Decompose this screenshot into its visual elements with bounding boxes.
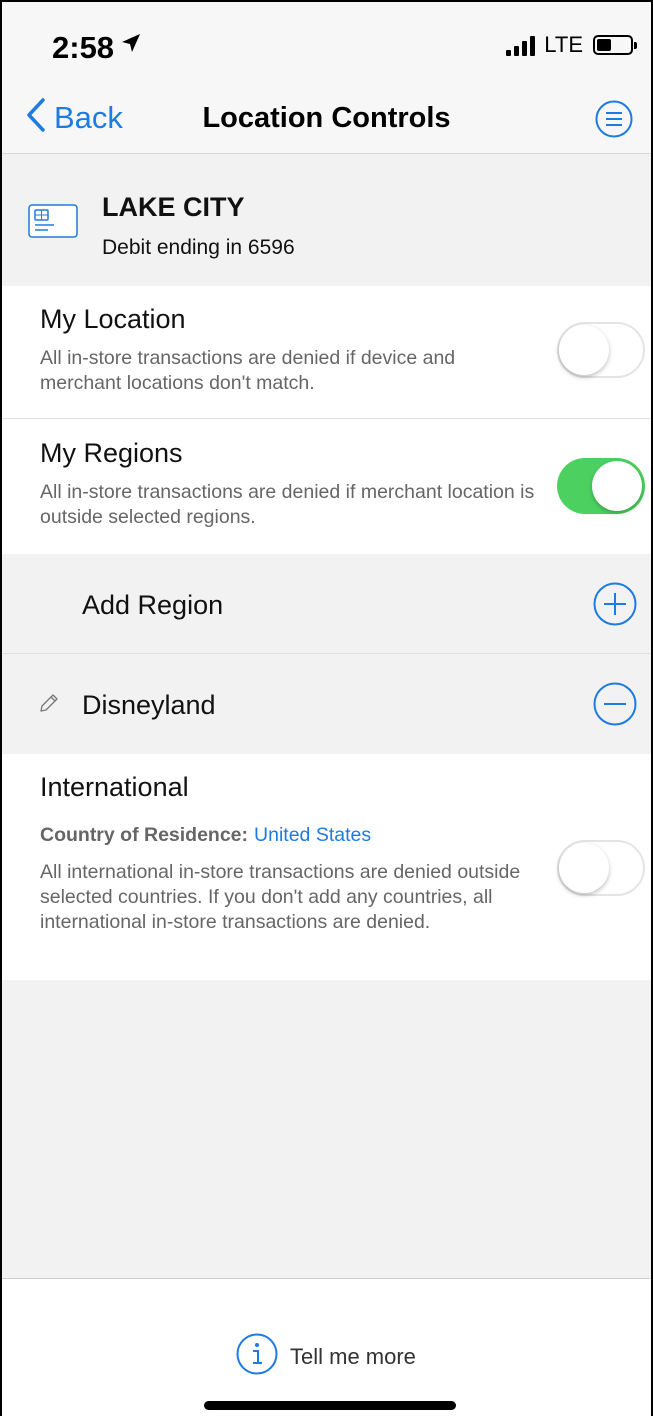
- plus-circle-icon: [593, 582, 637, 626]
- add-region-label: Add Region: [82, 590, 224, 620]
- card-header: LAKE CITY Debit ending in 6596: [2, 154, 651, 286]
- my-location-title: My Location: [40, 304, 186, 334]
- status-indicators: LTE: [506, 32, 637, 58]
- network-label: LTE: [544, 32, 583, 57]
- international-description: All international in-store transactions …: [40, 861, 521, 933]
- my-regions-description: All in-store transactions are denied if …: [40, 481, 535, 528]
- info-icon: [236, 1333, 278, 1380]
- status-time: 2:58: [52, 30, 115, 65]
- signal-icon: [506, 34, 536, 56]
- location-arrow-icon: [120, 32, 142, 59]
- minus-circle-icon: [593, 682, 637, 726]
- my-regions-title: My Regions: [40, 438, 183, 468]
- my-regions-toggle[interactable]: [557, 458, 645, 514]
- country-of-residence-label: Country of Residence:: [40, 824, 249, 846]
- card-subtitle: Debit ending in 6596: [102, 236, 295, 259]
- location-settings: My Location All in-store transactions ar…: [2, 286, 651, 554]
- region-item-label: Disneyland: [82, 690, 216, 720]
- home-indicator[interactable]: [204, 1401, 456, 1410]
- my-location-description: All in-store transactions are denied if …: [40, 347, 456, 394]
- nav-bar: Back Location Controls: [2, 82, 651, 154]
- battery-icon: [593, 35, 637, 55]
- card-icon: [28, 204, 78, 243]
- country-of-residence-link[interactable]: United States: [254, 824, 371, 846]
- country-of-residence: Country of Residence: United States: [40, 824, 371, 847]
- bottom-bar: Tell me more: [2, 1278, 651, 1416]
- menu-button[interactable]: [595, 100, 633, 138]
- remove-region-button[interactable]: [593, 682, 637, 726]
- page-title: Location Controls: [202, 102, 451, 134]
- add-region-button[interactable]: [593, 582, 637, 626]
- tell-me-more-button[interactable]: Tell me more: [236, 1333, 416, 1380]
- region-item[interactable]: Disneyland: [2, 654, 651, 754]
- status-bar: 2:58 LTE: [2, 2, 651, 82]
- tell-me-more-label: Tell me more: [290, 1343, 416, 1369]
- pencil-icon[interactable]: [38, 692, 60, 719]
- international-section: International Country of Residence: Unite…: [2, 754, 651, 980]
- phone-screen: 2:58 LTE Back Location Controls LAKE CIT…: [0, 0, 653, 1416]
- add-region-row[interactable]: Add Region: [2, 554, 651, 654]
- menu-icon: [595, 100, 633, 138]
- international-title: International: [40, 772, 189, 802]
- international-toggle[interactable]: [557, 840, 645, 896]
- my-location-toggle[interactable]: [557, 322, 645, 378]
- divider: [2, 418, 651, 419]
- card-name: LAKE CITY: [102, 192, 245, 222]
